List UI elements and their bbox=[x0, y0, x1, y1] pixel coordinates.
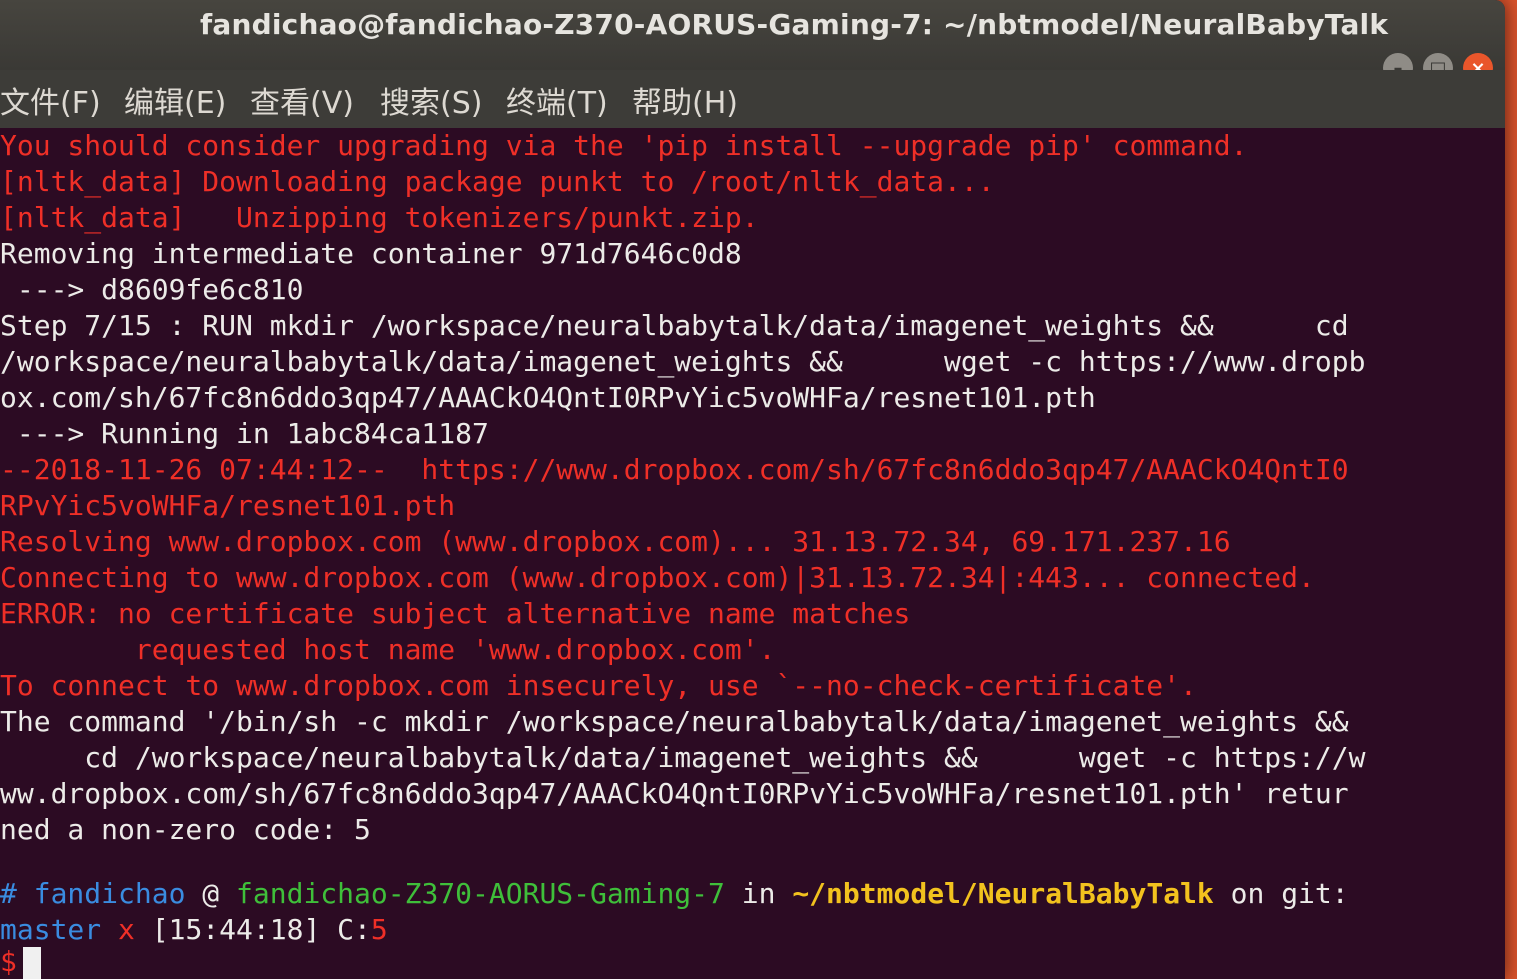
prompt-at: @ bbox=[202, 877, 220, 910]
output-line: Resolving www.dropbox.com (www.dropbox.c… bbox=[0, 525, 1231, 558]
output-line: Step 7/15 : RUN mkdir /workspace/neuralb… bbox=[0, 309, 1349, 342]
output-line: cd /workspace/neuralbabytalk/data/imagen… bbox=[0, 741, 1366, 774]
text-cursor bbox=[22, 947, 41, 979]
output-line: You should consider upgrading via the 'p… bbox=[0, 129, 1248, 162]
menu-help[interactable]: 帮助(H) bbox=[632, 78, 738, 122]
menu-bar: 文件(F) 编辑(E) 查看(V) 搜索(S) 终端(T) 帮助(H) bbox=[0, 70, 1505, 128]
title-bar[interactable]: fandichao@fandichao-Z370-AORUS-Gaming-7:… bbox=[0, 0, 1505, 70]
output-line: The command '/bin/sh -c mkdir /workspace… bbox=[0, 705, 1349, 738]
terminal-output[interactable]: You should consider upgrading via the 'p… bbox=[0, 128, 1505, 979]
prompt-path: ~/nbtmodel/NeuralBabyTalk bbox=[792, 877, 1214, 910]
output-line: To connect to www.dropbox.com insecurely… bbox=[0, 669, 1197, 702]
output-line: ---> Running in 1abc84ca1187 bbox=[0, 417, 489, 450]
output-line: /workspace/neuralbabytalk/data/imagenet_… bbox=[0, 345, 1366, 378]
output-line: requested host name 'www.dropbox.com'. bbox=[0, 633, 776, 666]
output-line: ERROR: no certificate subject alternativ… bbox=[0, 597, 911, 630]
menu-search[interactable]: 搜索(S) bbox=[380, 78, 482, 122]
prompt-on-git: on git: bbox=[1230, 877, 1349, 910]
prompt-code: 5 bbox=[370, 913, 388, 946]
prompt-branch: master bbox=[0, 913, 102, 946]
prompt-time: [15:44:18] bbox=[151, 913, 321, 946]
prompt-line-1: # fandichao @ fandichao-Z370-AORUS-Gamin… bbox=[0, 876, 1349, 912]
prompt-hash: # bbox=[0, 877, 17, 910]
output-line: Removing intermediate container 971d7646… bbox=[0, 237, 742, 270]
output-line: Connecting to www.dropbox.com (www.dropb… bbox=[0, 561, 1315, 594]
prompt-line-2: master x [15:44:18] C:5 bbox=[0, 912, 388, 948]
output-line: ned a non-zero code: 5 bbox=[0, 813, 371, 846]
output-line: [nltk_data] Unzipping tokenizers/punkt.z… bbox=[0, 201, 759, 234]
window-title: fandichao@fandichao-Z370-AORUS-Gaming-7:… bbox=[200, 8, 1389, 41]
output-line: --2018-11-26 07:44:12-- https://www.drop… bbox=[0, 453, 1349, 486]
menu-file[interactable]: 文件(F) bbox=[0, 78, 101, 122]
menu-view[interactable]: 查看(V) bbox=[250, 78, 354, 122]
output-line: ww.dropbox.com/sh/67fc8n6ddo3qp47/AAACkO… bbox=[0, 777, 1349, 810]
output-line: [nltk_data] Downloading package punkt to… bbox=[0, 165, 995, 198]
menu-edit[interactable]: 编辑(E) bbox=[124, 78, 226, 122]
terminal-window: fandichao@fandichao-Z370-AORUS-Gaming-7:… bbox=[0, 0, 1505, 979]
prompt-dirty: x bbox=[118, 913, 135, 946]
prompt-user: fandichao bbox=[33, 877, 186, 910]
prompt-code-label: C: bbox=[337, 913, 371, 946]
prompt-line-3: $ bbox=[0, 944, 41, 979]
menu-terminal[interactable]: 终端(T) bbox=[506, 78, 608, 122]
prompt-dollar: $ bbox=[0, 945, 17, 978]
prompt-in: in bbox=[741, 877, 776, 910]
output-line: RPvYic5voWHFa/resnet101.pth bbox=[0, 489, 456, 522]
output-line: ---> d8609fe6c810 bbox=[0, 273, 304, 306]
prompt-host: fandichao-Z370-AORUS-Gaming-7 bbox=[236, 877, 725, 910]
output-line: ox.com/sh/67fc8n6ddo3qp47/AAACkO4QntI0RP… bbox=[0, 381, 1096, 414]
